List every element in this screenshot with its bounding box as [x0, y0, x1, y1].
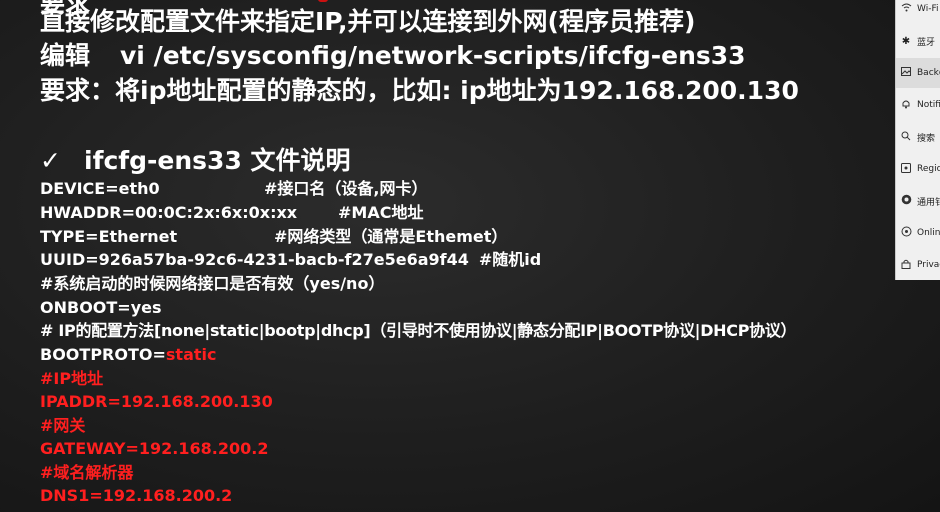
config-line-gateway: GATEWAY=192.168.200.2 — [40, 439, 269, 458]
panel-item-general[interactable]: 通用钅 — [896, 186, 940, 216]
requirement-line: 要求：将ip地址配置的静态的，比如: ip地址为192.168.200.130 — [40, 76, 799, 105]
panel-item-label: Privac — [917, 260, 940, 270]
notification-icon — [900, 99, 912, 112]
panel-item-wifi[interactable]: Wi-Fi — [896, 0, 940, 24]
panel-item-label: 蓝牙 — [917, 37, 936, 48]
config-line-hwaddr: HWADDR=00:0C:2x:6x:0x:xx #MAC地址 — [40, 202, 423, 224]
intro-line: 直接修改配置文件来指定IP,并可以连接到外网(程序员推荐) — [40, 7, 696, 36]
top-red-mark — [318, 0, 328, 2]
config-value-static: static — [165, 345, 217, 364]
panel-item-notifications[interactable]: Notifi — [896, 90, 940, 120]
background-icon — [900, 67, 912, 79]
panel-item-search[interactable]: 搜索 — [896, 122, 940, 152]
panel-item-online[interactable]: Onlin — [896, 218, 940, 248]
config-line-type: TYPE=Ethernet #网络类型（通常是Ethemet） — [40, 226, 507, 248]
panel-item-privacy[interactable]: Privac — [896, 250, 940, 280]
config-line-device: DEVICE=eth0 #接口名（设备,网卡） — [40, 178, 428, 200]
config-line-dns-comment: #域名解析器 — [40, 463, 134, 482]
config-line-uuid: UUID=926a57ba-92c6-4231-bacb-f27e5e6a9f4… — [40, 249, 541, 271]
slide: 要求 直接修改配置文件来指定IP,并可以连接到外网(程序员推荐) 编辑 vi /e… — [0, 0, 895, 512]
config-text: HWADDR=00:0C:2x:6x:0x:xx — [40, 203, 298, 222]
panel-item-label: 搜索 — [917, 133, 936, 144]
edit-label: 编辑 — [40, 41, 91, 70]
general-icon — [900, 194, 912, 208]
panel-item-region[interactable]: Regio — [896, 154, 940, 184]
search-icon — [900, 131, 912, 144]
bluetooth-icon: ✱ — [901, 35, 911, 47]
config-line-bootproto: BOOTPROTO=static — [40, 344, 216, 366]
section-title-text: ifcfg-ens33 文件说明 — [84, 146, 351, 175]
config-text: TYPE=Ethernet — [40, 227, 178, 246]
section-title: ✓ ifcfg-ens33 文件说明 — [40, 146, 351, 176]
config-text: DEVICE=eth0 — [40, 179, 160, 198]
panel-item-label: Backg — [917, 68, 940, 78]
config-line-ipaddr: IPADDR=192.168.200.130 — [40, 392, 273, 411]
check-icon: ✓ — [40, 146, 61, 175]
panel-item-label: Notifi — [917, 100, 940, 110]
config-comment: #MAC地址 — [338, 203, 424, 222]
panel-item-label: Regio — [917, 164, 940, 174]
config-line-gateway-comment: #网关 — [40, 416, 86, 435]
panel-item-label: 通用钅 — [917, 197, 940, 208]
wifi-icon — [900, 3, 912, 15]
config-comment: #接口名（设备,网卡） — [264, 179, 428, 198]
region-icon — [900, 162, 912, 176]
config-comment: #随机id — [478, 250, 542, 269]
config-text: UUID=926a57ba-92c6-4231-bacb-f27e5e6a9f4… — [40, 250, 469, 269]
panel-item-bluetooth[interactable]: ✱ 蓝牙 — [896, 26, 940, 56]
config-text: BOOTPROTO= — [40, 345, 166, 364]
config-line-onboot: ONBOOT=yes — [40, 298, 162, 317]
online-icon — [900, 226, 912, 240]
edit-command: vi /etc/sysconfig/network-scripts/ifcfg-… — [120, 41, 746, 70]
settings-side-panel: Wi-Fi ✱ 蓝牙 Backg Notifi 搜索 Regio 通用钅 Onli… — [895, 0, 940, 280]
panel-item-label: Wi-Fi — [917, 4, 939, 14]
privacy-icon — [900, 259, 912, 272]
edit-line: 编辑 vi /etc/sysconfig/network-scripts/ifcf… — [40, 41, 746, 71]
config-line-bootproto-comment: # IP的配置方法[none|static|bootp|dhcp]（引导时不使用… — [40, 321, 797, 340]
panel-item-label: Onlin — [917, 228, 940, 238]
panel-item-background[interactable]: Backg — [896, 58, 940, 88]
config-comment: #网络类型（通常是Ethemet） — [274, 227, 508, 246]
config-line-ip-comment: #IP地址 — [40, 369, 104, 388]
config-line-dns: DNS1=192.168.200.2 — [40, 486, 233, 505]
config-line-onboot-comment: #系统启动的时候网络接口是否有效（yes/no） — [40, 274, 385, 293]
